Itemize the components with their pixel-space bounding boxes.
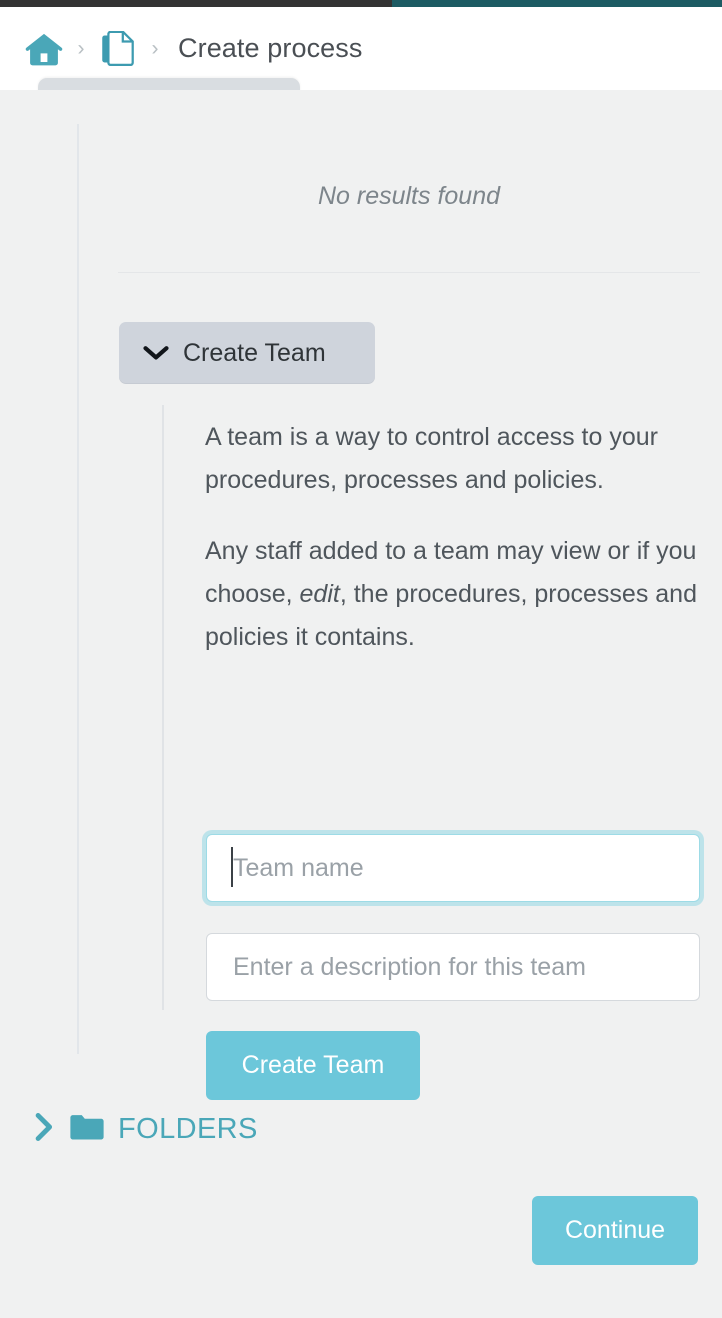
outer-group-vertical-rule xyxy=(77,124,79,1054)
description-paragraph-2-emphasis: edit xyxy=(299,580,340,608)
create-team-description: A team is a way to control access to you… xyxy=(205,416,705,687)
section-divider xyxy=(118,272,700,273)
team-name-input[interactable] xyxy=(206,834,700,902)
create-team-group-vertical-rule xyxy=(162,405,164,1010)
top-strip-teal-segment xyxy=(392,0,722,7)
breadcrumb-separator-2: › xyxy=(151,37,159,60)
main-content-surface: No results found Create Team A team is a… xyxy=(0,90,722,1318)
chevron-down-icon xyxy=(143,345,169,362)
description-paragraph-2: Any staff added to a team may view or if… xyxy=(205,530,705,659)
folders-section-toggle[interactable]: FOLDERS xyxy=(34,1112,258,1147)
folders-section-label: FOLDERS xyxy=(118,1113,258,1145)
top-strip-dark-segment xyxy=(0,0,392,7)
folder-icon xyxy=(69,1113,105,1146)
no-results-message: No results found xyxy=(317,182,501,210)
create-team-accordion-header[interactable]: Create Team xyxy=(119,322,375,384)
text-cursor-caret xyxy=(231,847,233,887)
description-paragraph-1: A team is a way to control access to you… xyxy=(205,423,658,494)
page-title: Create process xyxy=(178,33,363,63)
create-team-submit-button[interactable]: Create Team xyxy=(206,1031,420,1100)
breadcrumb-separator-1: › xyxy=(77,37,85,60)
chevron-right-icon xyxy=(34,1112,56,1147)
copy-documents-icon[interactable] xyxy=(96,27,140,71)
top-status-strip xyxy=(0,0,722,7)
create-team-accordion-label: Create Team xyxy=(183,338,326,367)
breadcrumb: › › Create process xyxy=(22,27,362,71)
home-icon[interactable] xyxy=(22,27,66,71)
team-description-input[interactable] xyxy=(206,933,700,1001)
continue-button[interactable]: Continue xyxy=(532,1196,698,1265)
